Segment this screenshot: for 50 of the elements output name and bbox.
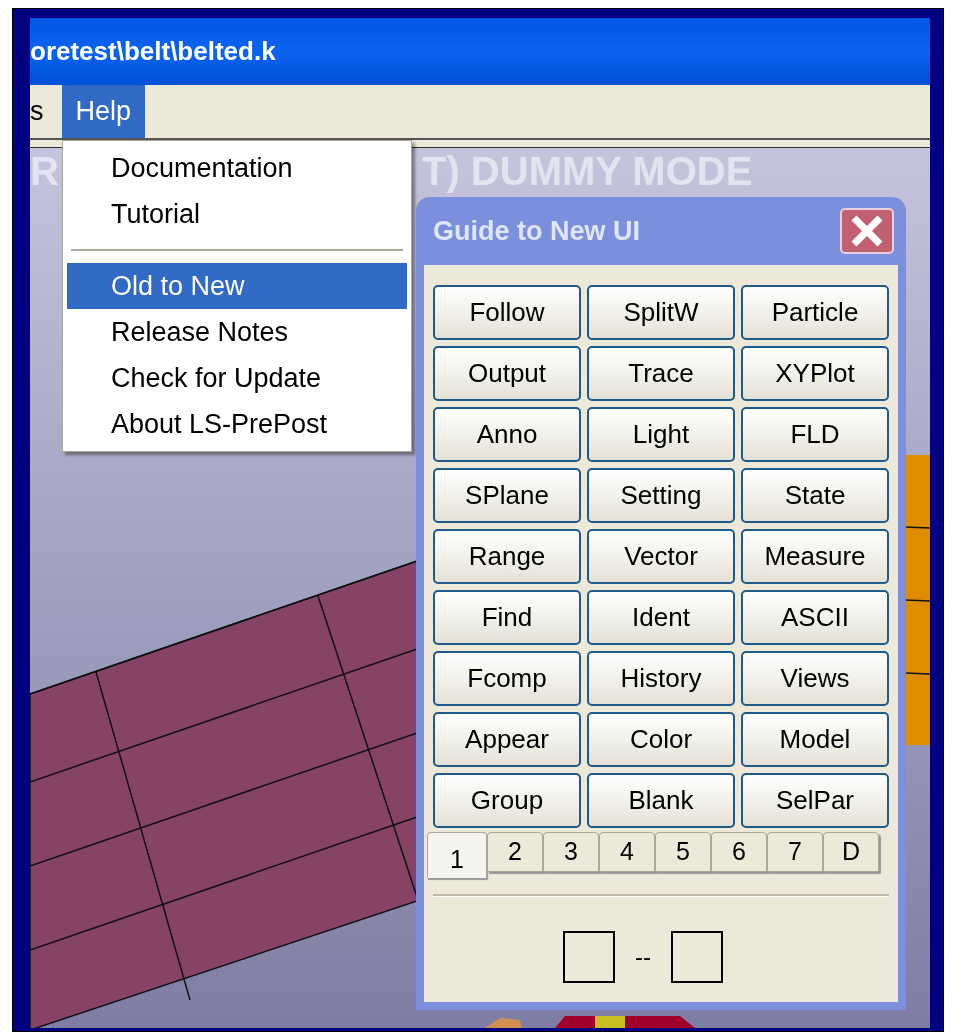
guide-button[interactable]: SelPar	[741, 773, 889, 828]
guide-button[interactable]: SplitW	[587, 285, 735, 340]
guide-button[interactable]: Views	[741, 651, 889, 706]
guide-button[interactable]: Find	[433, 590, 581, 645]
guide-button[interactable]: Light	[587, 407, 735, 462]
close-button[interactable]	[840, 208, 894, 254]
guide-button[interactable]: Group	[433, 773, 581, 828]
guide-button[interactable]: Measure	[741, 529, 889, 584]
menu-option[interactable]: About LS-PrePost	[67, 401, 407, 447]
page-tab[interactable]: 7	[767, 832, 823, 872]
guide-button[interactable]: Output	[433, 346, 581, 401]
menu-option[interactable]: Release Notes	[67, 309, 407, 355]
page-tab[interactable]: 4	[599, 832, 655, 872]
guide-button[interactable]: Setting	[587, 468, 735, 523]
guide-button[interactable]: FLD	[741, 407, 889, 462]
dialog-title: Guide to New UI	[433, 214, 640, 248]
guide-button[interactable]: Follow	[433, 285, 581, 340]
guide-button[interactable]: XYPlot	[741, 346, 889, 401]
menu-option[interactable]: Old to New	[67, 263, 407, 309]
guide-button[interactable]: Appear	[433, 712, 581, 767]
menu-option[interactable]: Documentation	[67, 145, 407, 191]
guide-button[interactable]: Particle	[741, 285, 889, 340]
guide-button[interactable]: SPlane	[433, 468, 581, 523]
guide-button[interactable]: Ident	[587, 590, 735, 645]
guide-button[interactable]: ASCII	[741, 590, 889, 645]
guide-button[interactable]: Range	[433, 529, 581, 584]
page-tab[interactable]: 5	[655, 832, 711, 872]
guide-button[interactable]: History	[587, 651, 735, 706]
close-icon	[850, 214, 884, 248]
guide-button[interactable]: Blank	[587, 773, 735, 828]
page-tab[interactable]: D	[823, 832, 879, 872]
page-tab[interactable]: 6	[711, 832, 767, 872]
window-title: oretest\belt\belted.k	[30, 35, 276, 68]
guide-button[interactable]: Vector	[587, 529, 735, 584]
guide-button[interactable]: State	[741, 468, 889, 523]
range-separator: --	[635, 942, 651, 972]
guide-button[interactable]: Trace	[587, 346, 735, 401]
page-tab[interactable]: 1	[427, 832, 487, 878]
menu-item[interactable]: Help	[61, 85, 146, 138]
range-end-box[interactable]	[671, 931, 723, 983]
guide-button[interactable]: Anno	[433, 407, 581, 462]
page-tab[interactable]: 3	[543, 832, 599, 872]
guide-button[interactable]: Color	[587, 712, 735, 767]
guide-button[interactable]: Fcomp	[433, 651, 581, 706]
menu-option[interactable]: Tutorial	[67, 191, 407, 237]
range-start-box[interactable]	[563, 931, 615, 983]
menu-option[interactable]: Check for Update	[67, 355, 407, 401]
page-tab[interactable]: 2	[487, 832, 543, 872]
guide-button[interactable]: Model	[741, 712, 889, 767]
menu-item[interactable]: s	[30, 85, 62, 138]
